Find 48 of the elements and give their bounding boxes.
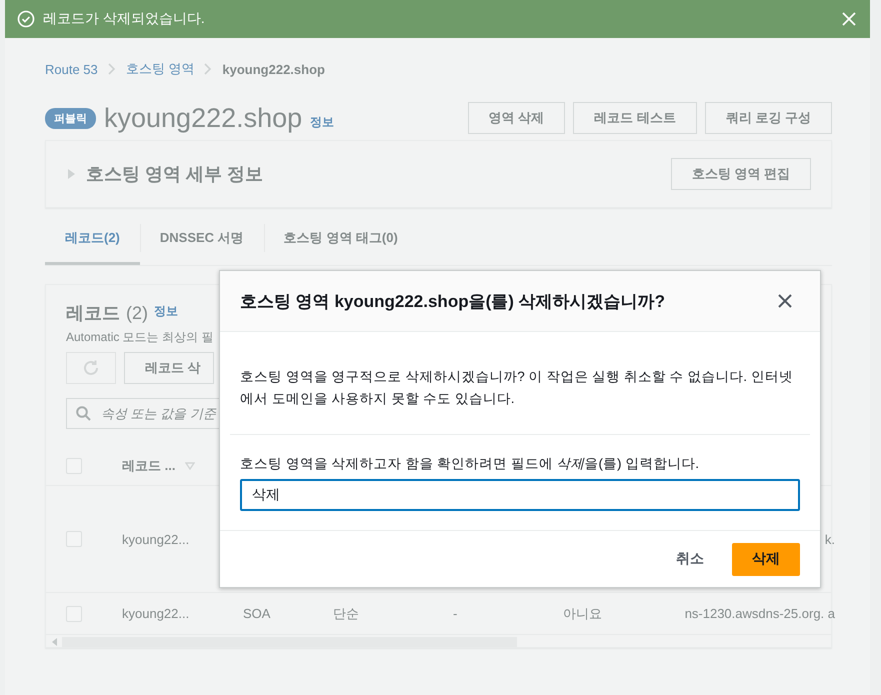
confirm-input-field[interactable]: 삭제 [240, 479, 800, 511]
row-checkbox[interactable] [66, 606, 82, 622]
record-count: (2) [126, 303, 148, 324]
close-icon[interactable] [842, 12, 856, 26]
table-cell: kyoung22... [122, 532, 190, 546]
table-cell: 단순 [333, 606, 359, 620]
dialog-title: 호스팅 영역 kyoung222.shop을(를) 삭제하시겠습니까? [240, 290, 666, 312]
header-button[interactable]: 레코드 테스트 [573, 102, 697, 134]
refresh-icon [82, 359, 100, 377]
page-title: kyoung222.shop [104, 102, 302, 134]
tab[interactable]: 호스팅 영역 태그(0) [264, 214, 418, 265]
table-cell: - [453, 606, 458, 621]
breadcrumb-link[interactable]: Route 53 [45, 62, 98, 76]
refresh-button[interactable] [66, 352, 116, 384]
caret-right-icon[interactable] [66, 169, 76, 179]
info-link[interactable]: 정보 [310, 114, 334, 131]
scroll-left-icon[interactable] [52, 638, 58, 646]
header-button[interactable]: 쿼리 로깅 구성 [704, 102, 832, 134]
chevron-right-icon [108, 63, 116, 75]
table-cell: ns-1230.awsdns-25.org. a [684, 606, 835, 621]
success-check-icon [17, 10, 35, 28]
column-header[interactable]: 레코드 ... [122, 457, 176, 475]
table-cell: k. [824, 532, 835, 546]
search-icon [76, 406, 91, 421]
sort-icon[interactable] [185, 462, 196, 470]
confirm-label: 호스팅 영역을 삭제하고자 함을 확인하려면 필드에 삭제을(를) 입력합니다. [240, 455, 700, 473]
header-button[interactable]: 영역 삭제 [468, 102, 566, 134]
banner-message: 레코드가 삭제되었습니다. [43, 10, 206, 28]
table-cell: kyoung22... [122, 606, 190, 621]
breadcrumb-link[interactable]: 호스팅 영역 [126, 60, 194, 78]
panel-title[interactable]: 호스팅 영역 세부 정보 [86, 162, 264, 186]
table-cell: SOA [243, 606, 270, 621]
row-checkbox[interactable] [66, 531, 82, 547]
dialog-message: 호스팅 영역을 영구적으로 삭제하시겠습니까? 이 작업은 실행 취소할 수 없습니다. 인터넷에서 도메인을 사용하지 못할 수도 있습니다. [240, 368, 794, 408]
delete-records-button[interactable]: 레코드 삭 [124, 352, 214, 384]
tab[interactable]: DNSSEC 서명 [140, 214, 264, 265]
public-badge: 퍼블릭 [45, 108, 96, 128]
select-all-checkbox[interactable] [66, 458, 82, 474]
table-cell: 아니요 [563, 606, 602, 620]
edit-button[interactable]: 호스팅 영역 편집 [670, 158, 811, 190]
cancel-button[interactable]: 취소 [660, 542, 720, 576]
chevron-right-icon [204, 63, 212, 75]
panel-title: 레코드 [66, 302, 120, 325]
panel-description: Automatic 모드는 최상의 필 [65, 329, 214, 346]
tab[interactable]: 레코드(2) [45, 214, 140, 265]
close-icon [777, 293, 793, 309]
delete-button[interactable]: 삭제 [732, 542, 800, 576]
info-link[interactable]: 정보 [154, 303, 178, 320]
